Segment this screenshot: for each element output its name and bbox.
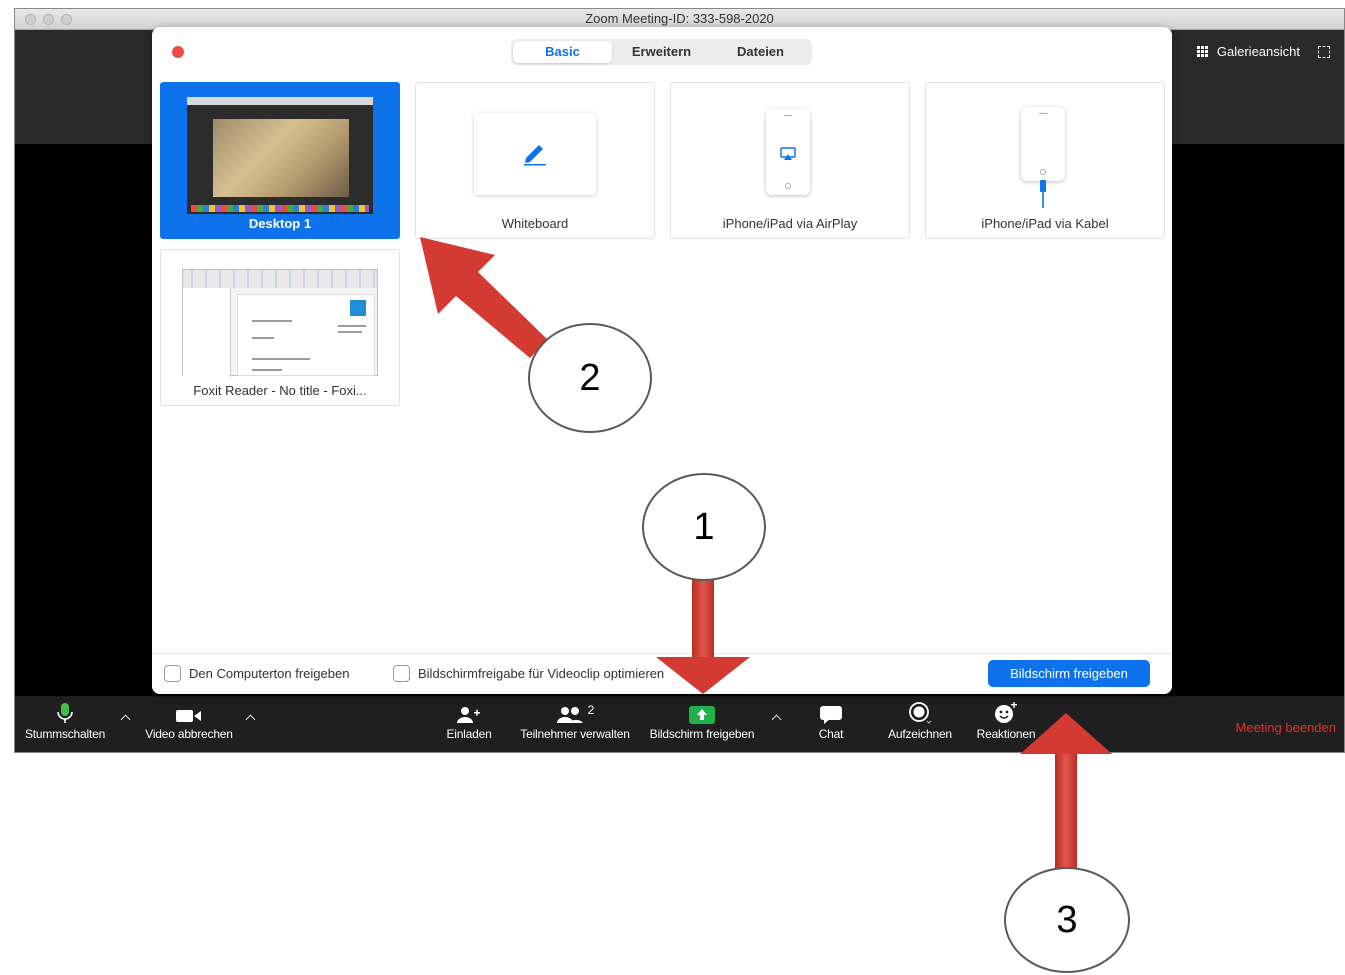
annotation-marker-3: 3 xyxy=(1004,867,1130,973)
annotation-arrow-up xyxy=(1020,713,1112,873)
annotation-arrow-diagonal xyxy=(420,237,548,358)
annotation-marker-1: 1 xyxy=(642,473,766,581)
annotation-arrow-down xyxy=(656,578,750,694)
annotation-marker-2: 2 xyxy=(528,323,652,433)
